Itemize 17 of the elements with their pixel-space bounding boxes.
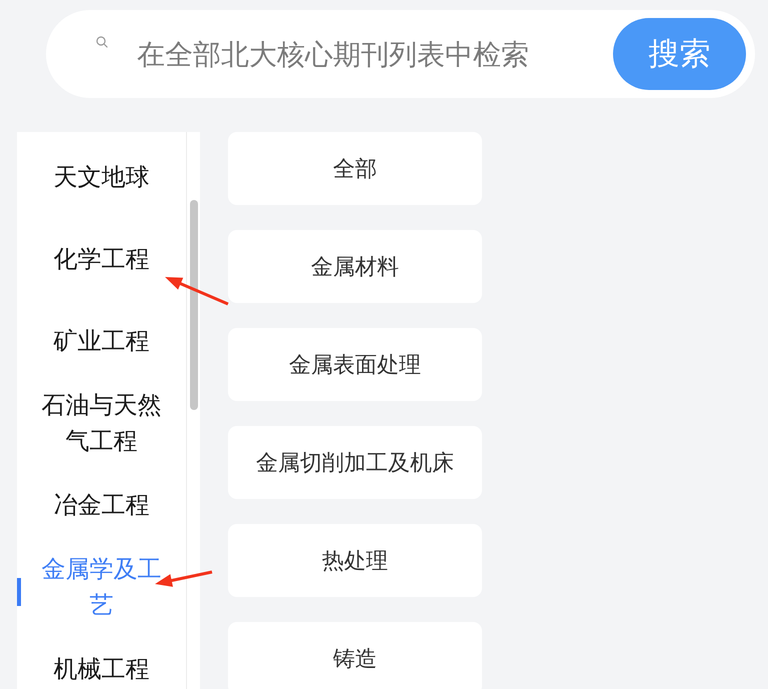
sidebar-item[interactable]: 天文地球 <box>17 136 186 218</box>
subcategory-card[interactable]: 热处理 <box>228 524 482 597</box>
subcategory-card[interactable]: 金属切削加工及机床 <box>228 426 482 499</box>
sidebar-item[interactable]: 化学工程 <box>17 218 186 300</box>
selected-indicator <box>17 578 21 606</box>
search-icon <box>96 36 108 48</box>
subcategory-card[interactable]: 金属材料 <box>228 230 482 303</box>
scrollbar-thumb[interactable] <box>190 200 198 410</box>
subcategory-card[interactable]: 铸造 <box>228 622 482 689</box>
annotation-arrow <box>165 277 229 306</box>
sidebar-item[interactable]: 石油与天然气工程 <box>17 382 186 464</box>
subcategory-card[interactable]: 金属表面处理 <box>228 328 482 401</box>
sidebar-item[interactable]: 机械工程 <box>17 628 186 689</box>
sidebar-item[interactable]: 矿业工程 <box>17 300 186 382</box>
subcategory-card[interactable]: 全部 <box>228 132 482 205</box>
sidebar-item[interactable]: 冶金工程 <box>17 464 186 546</box>
sidebar-item[interactable]: 金属学及工艺 <box>17 546 186 628</box>
